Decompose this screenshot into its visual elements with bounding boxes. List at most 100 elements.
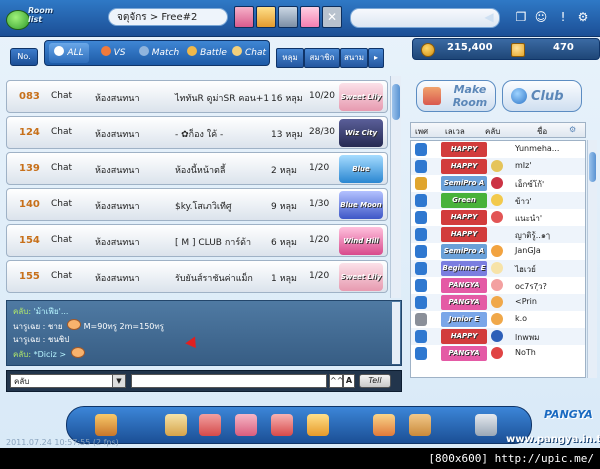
friends-icon[interactable]: ☺ xyxy=(532,7,550,27)
player-row[interactable]: PANGYA NoTh xyxy=(411,345,585,362)
room-row[interactable]: 140 Chat ห้องสนทนา $ky.โสเภวิเทีศู 9 หลุ… xyxy=(6,188,388,221)
player-row[interactable]: PANGYA <Prin xyxy=(411,294,585,311)
level-badge: HAPPY BIRTHDAY xyxy=(441,329,487,355)
club-emblem-icon xyxy=(491,245,503,257)
gender-male-icon xyxy=(415,211,427,224)
filter-bar: No. ALL VS Match Battle Chat หลุม สมาชิก… xyxy=(6,38,406,76)
exit-door-icon[interactable] xyxy=(95,414,117,436)
room-holes: 1 หลุม xyxy=(271,274,297,284)
emoticon-icon xyxy=(67,319,82,330)
tab-match[interactable]: Match xyxy=(137,43,181,63)
pang-amount: 215,400 xyxy=(447,42,493,53)
tab-battle[interactable]: Battle xyxy=(185,43,229,63)
room-player-count: 10/20 xyxy=(309,91,335,101)
player-row[interactable]: HAPPY BIRTHDAY ญาติรู้..๑ๅ xyxy=(411,226,585,253)
refresh-icon xyxy=(54,46,65,56)
settings-icon[interactable]: ⚙ xyxy=(574,7,592,27)
club-emblem-icon xyxy=(491,347,503,359)
window-icon[interactable]: ❐ xyxy=(512,7,530,27)
gift-icon[interactable] xyxy=(199,414,221,436)
tell-button[interactable]: Tell xyxy=(359,374,391,388)
ranking-icon[interactable] xyxy=(307,414,329,436)
scroll-thumb[interactable] xyxy=(589,152,596,182)
player-row[interactable]: HAPPY BIRTHDAY Yunmeha... xyxy=(411,141,585,168)
shop-icon[interactable] xyxy=(165,414,187,436)
room-mode: Chat xyxy=(51,91,73,101)
room-list: 083 Chat ห้องสนทนา ไททันR ดูม่าSR คอน+1 … xyxy=(6,76,396,298)
player-row[interactable]: SemiPro A JanGJa xyxy=(411,243,585,260)
room-row[interactable]: 139 Chat ห้องสนทนา ห้องนี้หน้าตลี้ 2 หลุ… xyxy=(6,152,388,201)
make-room-button[interactable]: Make Room xyxy=(416,80,496,112)
sort-course-tab[interactable]: สนาม xyxy=(340,48,368,68)
level-badge: Green xyxy=(441,193,487,208)
room-row[interactable]: 124 Chat ห้องสนทนา - ✿ก็อง ใค้ - 13 หลุม… xyxy=(6,116,388,149)
player-list-scrollbar[interactable] xyxy=(587,140,597,378)
gender-male-icon xyxy=(415,143,427,156)
close-icon[interactable]: ✕ xyxy=(322,6,342,28)
mail-icon[interactable] xyxy=(271,414,293,436)
club-emblem-icon xyxy=(491,194,503,206)
card-icon[interactable] xyxy=(235,414,257,436)
sort-next-button[interactable]: ▸ xyxy=(368,48,384,68)
chat-scrollbar[interactable] xyxy=(392,302,400,364)
website-url: www.pangya.in.th xyxy=(506,434,600,445)
tab-vs[interactable]: VS xyxy=(93,43,133,63)
sort-members-tab[interactable]: สมาชิก xyxy=(304,48,340,68)
club-button[interactable]: Club xyxy=(502,80,582,112)
course-thumbnail: Blue Lagoon xyxy=(339,155,383,201)
room-number: 154 xyxy=(19,235,40,246)
room-name: - ✿ก็อง ใค้ - xyxy=(175,130,224,140)
chat-channel-select[interactable]: คลับ ▼ xyxy=(10,374,126,388)
player-row[interactable]: Junior E k.o xyxy=(411,311,585,328)
player-row[interactable]: PANGYA oc7ร7ฺว? xyxy=(411,277,585,294)
room-holes: 9 หลุม xyxy=(271,202,297,212)
player-row[interactable]: Beginner E ไฮเวย์ xyxy=(411,260,585,277)
caddie-avatar-icon[interactable] xyxy=(256,6,276,28)
emote-button[interactable]: ^^ xyxy=(329,374,343,388)
gender-male-icon xyxy=(415,347,427,360)
sort-holes-tab[interactable]: หลุม xyxy=(276,48,304,68)
font-size-button[interactable]: A xyxy=(343,374,355,388)
mouse-cursor-icon xyxy=(185,336,201,352)
club-emblem-icon xyxy=(491,262,503,274)
player-row[interactable]: Green ข้าว' xyxy=(411,192,585,209)
character-avatar-icon[interactable] xyxy=(234,6,254,28)
scroll-thumb[interactable] xyxy=(392,84,400,120)
locker-icon[interactable] xyxy=(409,414,431,436)
help-icon[interactable]: ! xyxy=(554,7,572,27)
vs-icon xyxy=(100,46,111,56)
room-row[interactable]: 155 Chat ห้องสนทนา รับยันส์ราชันค่าแม็ก … xyxy=(6,260,388,293)
my-room-icon[interactable] xyxy=(373,414,395,436)
club-emblem-icon xyxy=(491,160,503,172)
player-name: mIz' xyxy=(515,161,532,170)
notice-bar xyxy=(350,8,500,28)
player-name: ไฮเวย์ xyxy=(515,265,536,274)
room-row[interactable]: 154 Chat ห้องสนทนา [ M ] CLUB การ์ด้า 6 … xyxy=(6,224,388,257)
player-row[interactable]: HAPPY BIRTHDAY mIz' xyxy=(411,158,585,185)
player-row[interactable]: HAPPY BIRTHDAY lnwพม xyxy=(411,328,585,355)
settings-icon[interactable]: ⚙ xyxy=(569,125,576,134)
club-set-icon[interactable] xyxy=(278,6,298,28)
room-list-scrollbar[interactable] xyxy=(390,76,401,298)
room-list-logo: Room list xyxy=(6,4,64,32)
tab-chat[interactable]: Chat xyxy=(231,43,267,63)
room-row[interactable]: 083 Chat ห้องสนทนา ไททันR ดูม่าSR คอน+1 … xyxy=(6,80,388,113)
mascot-avatar-icon[interactable] xyxy=(300,6,320,28)
emoticon-icon xyxy=(70,347,85,358)
volume-icon[interactable]: ◀ xyxy=(480,7,498,27)
player-row[interactable]: SemiPro A เอ็กซ์โก้' xyxy=(411,175,585,192)
player-name: lnwพม xyxy=(515,333,540,342)
game-window: Room list จตุจักร > Free#2 ✕ ◀ ❐ ☺ ! ⚙ N… xyxy=(0,0,600,469)
tab-all[interactable]: ALL xyxy=(49,43,89,63)
chat-message-input[interactable] xyxy=(131,374,327,388)
room-category: ห้องสนทนา xyxy=(95,238,140,248)
chevron-down-icon[interactable]: ▼ xyxy=(112,375,125,387)
sort-number-button[interactable]: No. xyxy=(10,48,38,66)
player-row[interactable]: HAPPY BIRTHDAY แนะนำ' xyxy=(411,209,585,236)
match-icon xyxy=(138,46,149,56)
option-icon[interactable] xyxy=(475,414,497,436)
club-emblem-icon xyxy=(491,279,503,291)
currency-bar: 215,400 470 xyxy=(412,38,600,60)
room-holes: 16 หลุม xyxy=(271,94,303,104)
course-thumbnail: Sweet Lily xyxy=(339,83,383,111)
